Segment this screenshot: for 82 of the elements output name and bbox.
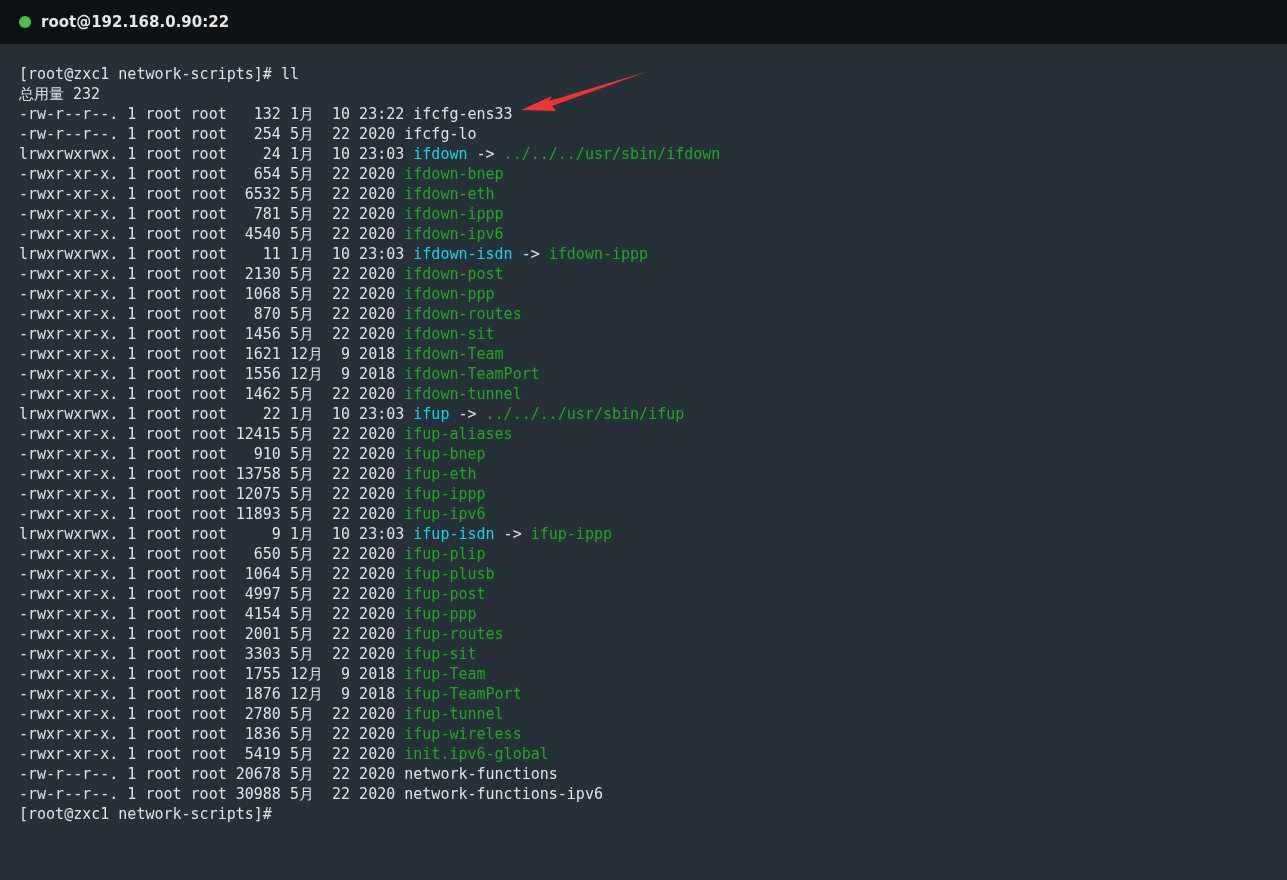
file-name: ifdown-post [404,264,504,284]
file-name: init.ipv6-global [404,744,549,764]
file-info: -rw-r--r--. 1 root root 132 1月 10 23:22 [19,104,405,124]
link-arrow: -> [458,404,477,424]
file-name: ifdown-bnep [404,164,504,184]
terminal-line: [root@zxc1 network-scripts]# ll [19,64,299,84]
link-arrow: -> [476,144,495,164]
link-target: ifdown-ippp [548,244,649,264]
file-info: lrwxrwxrwx. 1 root root 11 1月 10 23:03 [19,244,405,264]
file-name: ifup-plusb [404,564,495,584]
file-name: ifup-wireless [404,724,522,744]
file-name: ifdown-ippp [404,204,504,224]
file-info: -rwxr-xr-x. 1 root root 1462 5月 22 2020 [19,384,396,404]
file-info: lrwxrwxrwx. 1 root root 9 1月 10 23:03 [19,524,405,544]
file-name: ifdown-ipv6 [404,224,504,244]
file-info: -rwxr-xr-x. 1 root root 6532 5月 22 2020 [19,184,396,204]
file-name: ifup-post [404,584,486,604]
link-target: ../../../usr/sbin/ifdown [503,144,721,164]
file-info: -rwxr-xr-x. 1 root root 4540 5月 22 2020 [19,224,396,244]
file-name: ifdown-tunnel [404,384,522,404]
file-name: ifup-ippp [404,484,486,504]
file-name: ifup-plip [404,544,486,564]
file-info: -rwxr-xr-x. 1 root root 2130 5月 22 2020 [19,264,396,284]
file-name: ifdown-sit [404,324,495,344]
file-name: ifup-ipv6 [404,504,486,524]
file-name: ifcfg-ens33 [413,104,513,124]
file-name: ifup-bnep [404,444,486,464]
file-info: -rwxr-xr-x. 1 root root 4997 5月 22 2020 [19,584,396,604]
file-info: -rwxr-xr-x. 1 root root 1836 5月 22 2020 [19,724,396,744]
file-info: -rw-r--r--. 1 root root 30988 5月 22 2020 [19,784,396,804]
file-info: -rwxr-xr-x. 1 root root 11893 5月 22 2020 [19,504,396,524]
file-info: -rwxr-xr-x. 1 root root 5419 5月 22 2020 [19,744,396,764]
file-info: -rwxr-xr-x. 1 root root 1755 12月 9 2018 [19,664,396,684]
terminal-line: 总用量 232 [19,84,101,104]
link-target: ifup-ippp [530,524,612,544]
file-info: -rwxr-xr-x. 1 root root 12075 5月 22 2020 [19,484,396,504]
file-info: -rwxr-xr-x. 1 root root 650 5月 22 2020 [19,544,396,564]
file-info: -rwxr-xr-x. 1 root root 4154 5月 22 2020 [19,604,396,624]
file-name: ifdown-eth [404,184,495,204]
file-info: -rwxr-xr-x. 1 root root 2001 5月 22 2020 [19,624,396,644]
file-name: ifdown-routes [404,304,522,324]
file-name: ifdown [413,144,468,164]
file-name: ifup-routes [404,624,504,644]
file-info: -rwxr-xr-x. 1 root root 2780 5月 22 2020 [19,704,396,724]
file-name: ifup-TeamPort [404,684,522,704]
file-name: network-functions [404,764,558,784]
file-name: ifup-isdn [413,524,495,544]
file-name: ifdown-Team [404,344,504,364]
file-info: -rwxr-xr-x. 1 root root 3303 5月 22 2020 [19,644,396,664]
file-info: -rwxr-xr-x. 1 root root 12415 5月 22 2020 [19,424,396,444]
file-info: lrwxrwxrwx. 1 root root 24 1月 10 23:03 [19,144,405,164]
file-name: ifup-tunnel [404,704,504,724]
file-name: ifup [413,404,450,424]
file-info: -rwxr-xr-x. 1 root root 1621 12月 9 2018 [19,344,396,364]
file-info: -rwxr-xr-x. 1 root root 781 5月 22 2020 [19,204,396,224]
link-arrow: -> [503,524,522,544]
file-name: ifup-Team [404,664,486,684]
file-name: ifcfg-lo [404,124,477,144]
terminal-line: [root@zxc1 network-scripts]# [19,804,272,824]
file-info: lrwxrwxrwx. 1 root root 22 1月 10 23:03 [19,404,405,424]
file-name: network-functions-ipv6 [404,784,603,804]
file-info: -rwxr-xr-x. 1 root root 654 5月 22 2020 [19,164,396,184]
file-info: -rwxr-xr-x. 1 root root 13758 5月 22 2020 [19,464,396,484]
link-target: ../../../usr/sbin/ifup [485,404,685,424]
window-title: root@192.168.0.90:22 [41,13,230,31]
file-info: -rwxr-xr-x. 1 root root 1876 12月 9 2018 [19,684,396,704]
file-info: -rwxr-xr-x. 1 root root 1456 5月 22 2020 [19,324,396,344]
link-arrow: -> [521,244,540,264]
file-info: -rw-r--r--. 1 root root 20678 5月 22 2020 [19,764,396,784]
file-info: -rwxr-xr-x. 1 root root 1556 12月 9 2018 [19,364,396,384]
file-name: ifup-eth [404,464,477,484]
file-info: -rwxr-xr-x. 1 root root 1064 5月 22 2020 [19,564,396,584]
file-name: ifup-aliases [404,424,513,444]
file-name: ifup-ppp [404,604,477,624]
file-info: -rwxr-xr-x. 1 root root 1068 5月 22 2020 [19,284,396,304]
file-name: ifdown-isdn [413,244,513,264]
file-info: -rwxr-xr-x. 1 root root 910 5月 22 2020 [19,444,396,464]
file-name: ifdown-ppp [404,284,495,304]
file-info: -rwxr-xr-x. 1 root root 870 5月 22 2020 [19,304,396,324]
file-name: ifdown-TeamPort [404,364,540,384]
file-name: ifup-sit [404,644,477,664]
file-info: -rw-r--r--. 1 root root 254 5月 22 2020 [19,124,396,144]
